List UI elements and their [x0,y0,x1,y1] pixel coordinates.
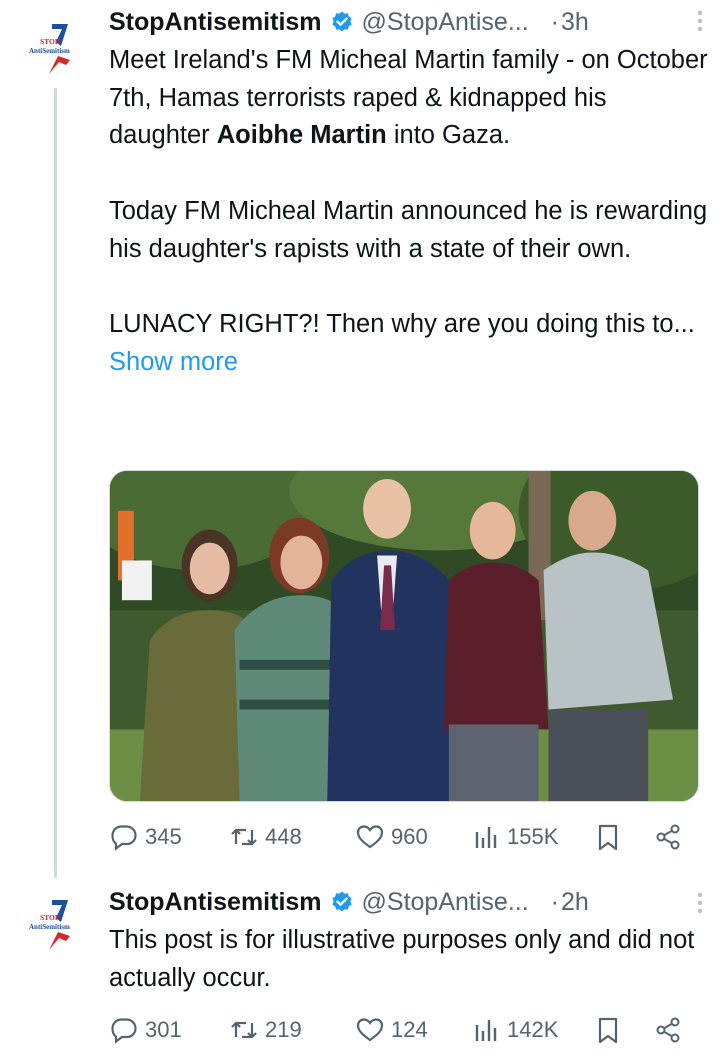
repost-button[interactable]: 219 [229,1010,302,1050]
views-button[interactable]: 155K [471,817,558,857]
separator-dot: · [550,7,559,36]
reply-button[interactable]: 301 [109,1010,182,1050]
bookmark-button[interactable] [593,1010,623,1050]
separator-dot: · [550,887,559,916]
repost-button[interactable]: 448 [229,817,302,857]
tweet-paragraph-3: LUNACY RIGHT?! Then why are you doing th… [109,306,709,381]
repost-icon [229,1015,259,1045]
heart-icon [355,822,385,852]
views-chart-icon [471,822,501,852]
views-button[interactable]: 142K [471,1010,558,1050]
timestamp[interactable]: 3h [561,8,589,37]
more-options-icon[interactable] [688,8,712,34]
share-button[interactable] [653,817,683,857]
avatar[interactable]: STOP AntiSemitism [22,16,88,86]
bookmark-icon [593,822,623,852]
more-options-icon[interactable] [688,890,712,916]
verified-badge-icon [330,890,354,914]
tweet-paragraph-2: Today FM Micheal Martin announced he is … [109,196,708,263]
mention-bold: Aoibhe Martin [216,121,387,150]
share-button[interactable] [653,1010,683,1050]
repost-count: 448 [265,824,302,849]
views-count: 155K [507,824,559,849]
avatar-text-top: STOP [40,913,60,922]
tweet-text: This post is for illustrative purposes o… [109,922,709,997]
show-more-link[interactable]: Show more [109,348,238,376]
avatar-text-bottom: AntiSemitism [29,47,70,55]
like-button[interactable]: 960 [355,817,428,857]
text-segment: into Gaza. [386,121,511,150]
avatar[interactable]: STOP AntiSemitism [22,892,88,962]
tweet-1[interactable]: STOP AntiSemitism StopAntisemitism @Stop… [0,0,720,878]
tweet-2[interactable]: STOP AntiSemitism StopAntisemitism @Stop… [0,872,720,1061]
like-count: 124 [391,1017,428,1042]
author-handle[interactable]: @StopAntise... [362,888,529,917]
views-count: 142K [507,1017,559,1042]
author-handle[interactable]: @StopAntise... [362,8,529,37]
share-icon [653,1015,683,1045]
tweet-header: StopAntisemitism @StopAntise... · 2h [109,884,708,920]
tweet-actions: 345 448 960 155K [109,817,694,857]
author-name[interactable]: StopAntisemitism [109,888,322,917]
thread-line [54,88,57,878]
repost-icon [229,822,259,852]
tweet-header: StopAntisemitism @StopAntise... · 3h [109,4,708,40]
like-count: 960 [391,824,428,849]
tweet-paragraph-1: This post is for illustrative purposes o… [109,926,695,992]
verified-badge-icon [330,10,354,34]
avatar-text-top: STOP [40,37,60,46]
reply-icon [109,822,139,852]
reply-button[interactable]: 345 [109,817,182,857]
timestamp[interactable]: 2h [561,888,589,917]
repost-count: 219 [265,1017,302,1042]
bookmark-icon [593,1015,623,1045]
tweet-text: Meet Ireland's FM Micheal Martin family … [109,42,709,381]
views-chart-icon [471,1015,501,1045]
tweet-paragraph-1: Meet Ireland's FM Micheal Martin family … [109,42,709,155]
like-button[interactable]: 124 [355,1010,428,1050]
share-icon [653,822,683,852]
reply-count: 345 [145,824,182,849]
tweet-photo[interactable] [109,470,699,802]
tweet-actions: 301 219 124 142K [109,1010,694,1050]
heart-icon [355,1015,385,1045]
author-name[interactable]: StopAntisemitism [109,8,322,37]
reply-icon [109,1015,139,1045]
reply-count: 301 [145,1017,182,1042]
bookmark-button[interactable] [593,817,623,857]
text-segment: LUNACY RIGHT?! Then why are you doing th… [109,309,695,338]
avatar-text-bottom: AntiSemitism [29,923,70,931]
